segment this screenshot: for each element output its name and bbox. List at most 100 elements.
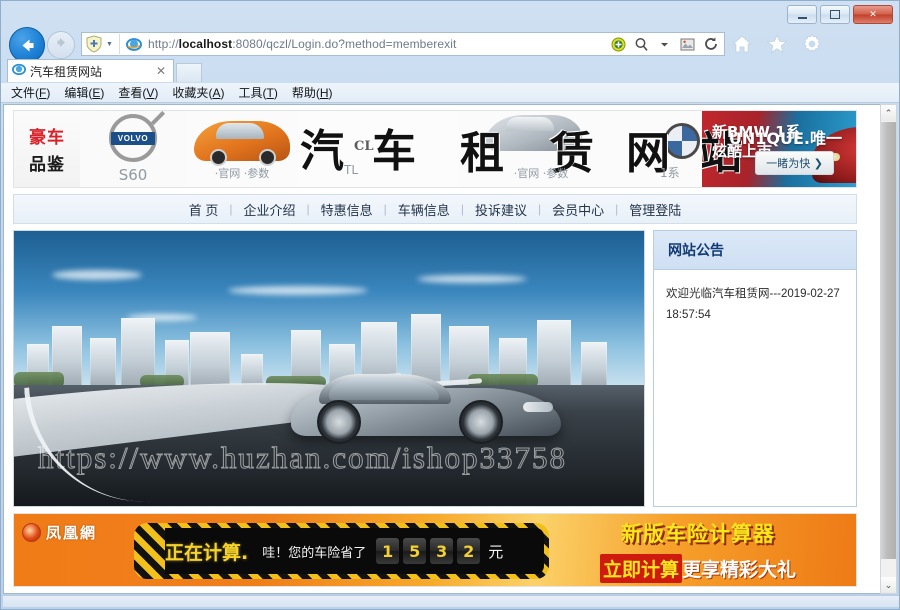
insurance-calculator-display[interactable]: 正在计算. 哇！您的车险省了 1 5 3 2 元 <box>134 523 549 579</box>
silver-sedan-illustration <box>291 364 561 446</box>
sidebar-item-complaints[interactable]: 投诉建议 <box>464 200 538 219</box>
compatibility-dropdown-caret-icon[interactable]: ▼ <box>106 41 113 48</box>
menu-item-view[interactable]: 查看(V) <box>118 84 158 101</box>
ad-volvo-s60[interactable]: VOLVO S60 <box>80 111 186 187</box>
car-wheel-rear-icon <box>259 149 276 166</box>
notice-message: 欢迎光临汽车租赁网---2019-02-27 18:57:54 <box>666 284 846 325</box>
bottom-ad-banner[interactable]: 凤凰網 正在计算. 哇！您的车险省了 1 5 3 2 元 新版车险计算器 <box>13 513 857 587</box>
sidebar-item-vehicle-info[interactable]: 车辆信息 <box>387 200 461 219</box>
favorites-star-icon[interactable] <box>764 31 790 57</box>
bmw-series-label: 1系 <box>660 164 680 181</box>
translate-icon[interactable] <box>610 36 627 53</box>
banner-char-che: 车 <box>372 115 416 179</box>
unique-cta-button[interactable]: 一睹为快 ❯ <box>755 151 834 175</box>
menu-item-edit[interactable]: 编辑(E) <box>64 84 104 101</box>
volvo-logo-icon: VOLVO <box>109 114 157 162</box>
ifeng-wordmark: 凤凰網 <box>46 522 97 543</box>
scroll-up-button[interactable]: ⌃ <box>881 105 896 121</box>
sidebar-item-company-intro[interactable]: 企业介绍 <box>233 200 307 219</box>
address-bar-icons <box>610 36 724 53</box>
menu-item-favorites[interactable]: 收藏夹(A) <box>172 84 224 101</box>
ad-cta-highlight[interactable]: 立即计算 <box>600 554 682 583</box>
scrollbar-thumb[interactable] <box>881 122 896 559</box>
notice-panel-body: 欢迎光临汽车租赁网---2019-02-27 18:57:54 <box>654 270 856 325</box>
ad-volvo-sublinks[interactable]: ·官网 ·参数 <box>186 165 298 181</box>
ad-tl-sublinks[interactable]: ·官网 ·参数 <box>458 165 624 181</box>
browser-tool-icons <box>729 31 825 57</box>
maximize-button[interactable] <box>820 5 850 24</box>
savings-digits: 1 5 3 2 <box>376 538 480 564</box>
ifeng-logo-icon <box>22 523 41 542</box>
cloud-3-icon <box>417 275 527 283</box>
settings-gear-icon[interactable] <box>799 31 825 57</box>
back-button[interactable] <box>9 27 45 63</box>
ad-haoche-line2: 品鉴 <box>29 150 65 175</box>
cloud-1-icon <box>52 270 142 280</box>
menu-item-tools[interactable]: 工具(T) <box>238 84 277 101</box>
ad-haoche-pinjian[interactable]: 豪车 品鉴 <box>14 111 80 187</box>
forward-button[interactable] <box>47 31 75 59</box>
ad-zu-segment[interactable]: 租 赁 ·官网 ·参数 <box>458 111 624 187</box>
back-arrow-icon <box>18 36 37 55</box>
sedan-wheel-rear-icon <box>317 400 361 444</box>
currency-unit: 元 <box>488 541 503 562</box>
ad-bmw-1series[interactable]: 站 新BMW 1系 炫酷上市 UN1QUE.唯一 一睹为快 ❯ <box>702 111 856 187</box>
home-icon[interactable] <box>729 31 755 57</box>
orange-car-illustration <box>194 121 290 161</box>
window-controls: ✕ <box>787 5 893 24</box>
web-page: 豪车 品鉴 VOLVO S60 ·官网 ·参数 <box>4 105 866 593</box>
tab-title: 汽车租赁网站 <box>30 63 102 80</box>
sidebar-item-promotions[interactable]: 特惠信息 <box>310 200 384 219</box>
ad-tl-segment[interactable]: 汽 CL 车 TL <box>298 111 458 187</box>
browser-window: ✕ ▼ <box>0 0 900 610</box>
ad-headline: 新版车险计算器 <box>548 518 848 548</box>
ad-cta-rest: 更享精彩大礼 <box>682 555 796 582</box>
scroll-down-button[interactable]: ⌄ <box>881 577 896 593</box>
address-url-text: http://localhost:8080/qczl/Login.do?meth… <box>148 37 456 51</box>
sidebar-item-admin-login[interactable]: 管理登陆 <box>618 200 692 219</box>
close-button[interactable]: ✕ <box>853 5 893 24</box>
addressbar-divider <box>119 34 120 54</box>
car-wheel-front-icon <box>210 149 227 166</box>
search-icon[interactable] <box>633 36 650 53</box>
new-tab-button[interactable] <box>176 63 202 82</box>
ad-right-copy[interactable]: 新版车险计算器 立即计算 更享精彩大礼 <box>548 518 848 583</box>
savings-text: 哇！您的车险省了 <box>262 542 366 561</box>
ifeng-brand[interactable]: 凤凰網 <box>22 522 97 543</box>
ad-wang-segment[interactable]: 网 1系 <box>624 111 702 187</box>
tab-close-icon[interactable]: ✕ <box>156 64 169 78</box>
minimize-button[interactable] <box>787 5 817 24</box>
volvo-model-label: S60 <box>119 166 148 184</box>
ad-haoche-line1: 豪车 <box>29 123 65 148</box>
forward-arrow-icon <box>54 35 69 55</box>
menu-bar: 文件(F) 编辑(E) 查看(V) 收藏夹(A) 工具(T) 帮助(H) <box>1 83 899 103</box>
calculating-label: 正在计算. <box>165 538 248 565</box>
navigation-toolbar: ▼ http://localhost:8080/qczl/Login.do?me… <box>1 27 899 61</box>
ad-orange-car[interactable]: ·官网 ·参数 <box>186 111 298 187</box>
sidebar-item-member-center[interactable]: 会员中心 <box>541 200 615 219</box>
digit-1: 1 <box>376 538 399 564</box>
search-dropdown-caret-icon[interactable] <box>656 36 673 53</box>
tab-strip: 汽车租赁网站 ✕ <box>1 59 899 83</box>
top-ad-banner[interactable]: 豪车 品鉴 VOLVO S60 ·官网 ·参数 <box>13 110 857 188</box>
sidebar-item-home[interactable]: 首 页 <box>178 200 230 219</box>
compatibility-view-icon[interactable] <box>83 33 105 55</box>
title-bar: ✕ <box>1 1 899 25</box>
address-bar[interactable]: ▼ http://localhost:8080/qczl/Login.do?me… <box>81 32 725 56</box>
site-navigation: 首 页 | 企业介绍 | 特惠信息 | 车辆信息 | 投诉建议 | 会员中心 |… <box>13 194 857 224</box>
menu-item-help[interactable]: 帮助(H) <box>292 84 333 101</box>
page-viewport: 豪车 品鉴 VOLVO S60 ·官网 ·参数 <box>3 104 883 594</box>
ad-cta-row[interactable]: 立即计算 更享精彩大礼 <box>548 554 848 583</box>
digit-4: 2 <box>457 538 480 564</box>
ad-tl-label: TL <box>344 163 358 177</box>
volvo-wordmark: VOLVO <box>118 134 148 143</box>
tab-favicon-icon <box>12 62 26 81</box>
refresh-icon[interactable] <box>702 36 719 53</box>
vertical-scrollbar[interactable]: ⌃ ⌄ <box>880 104 897 594</box>
menu-item-file[interactable]: 文件(F) <box>11 84 50 101</box>
tab-qichezulin[interactable]: 汽车租赁网站 ✕ <box>7 59 174 82</box>
sedan-headlight-icon <box>523 402 553 412</box>
status-bar <box>3 595 899 607</box>
broken-image-icon[interactable] <box>679 36 696 53</box>
digit-3: 3 <box>430 538 453 564</box>
